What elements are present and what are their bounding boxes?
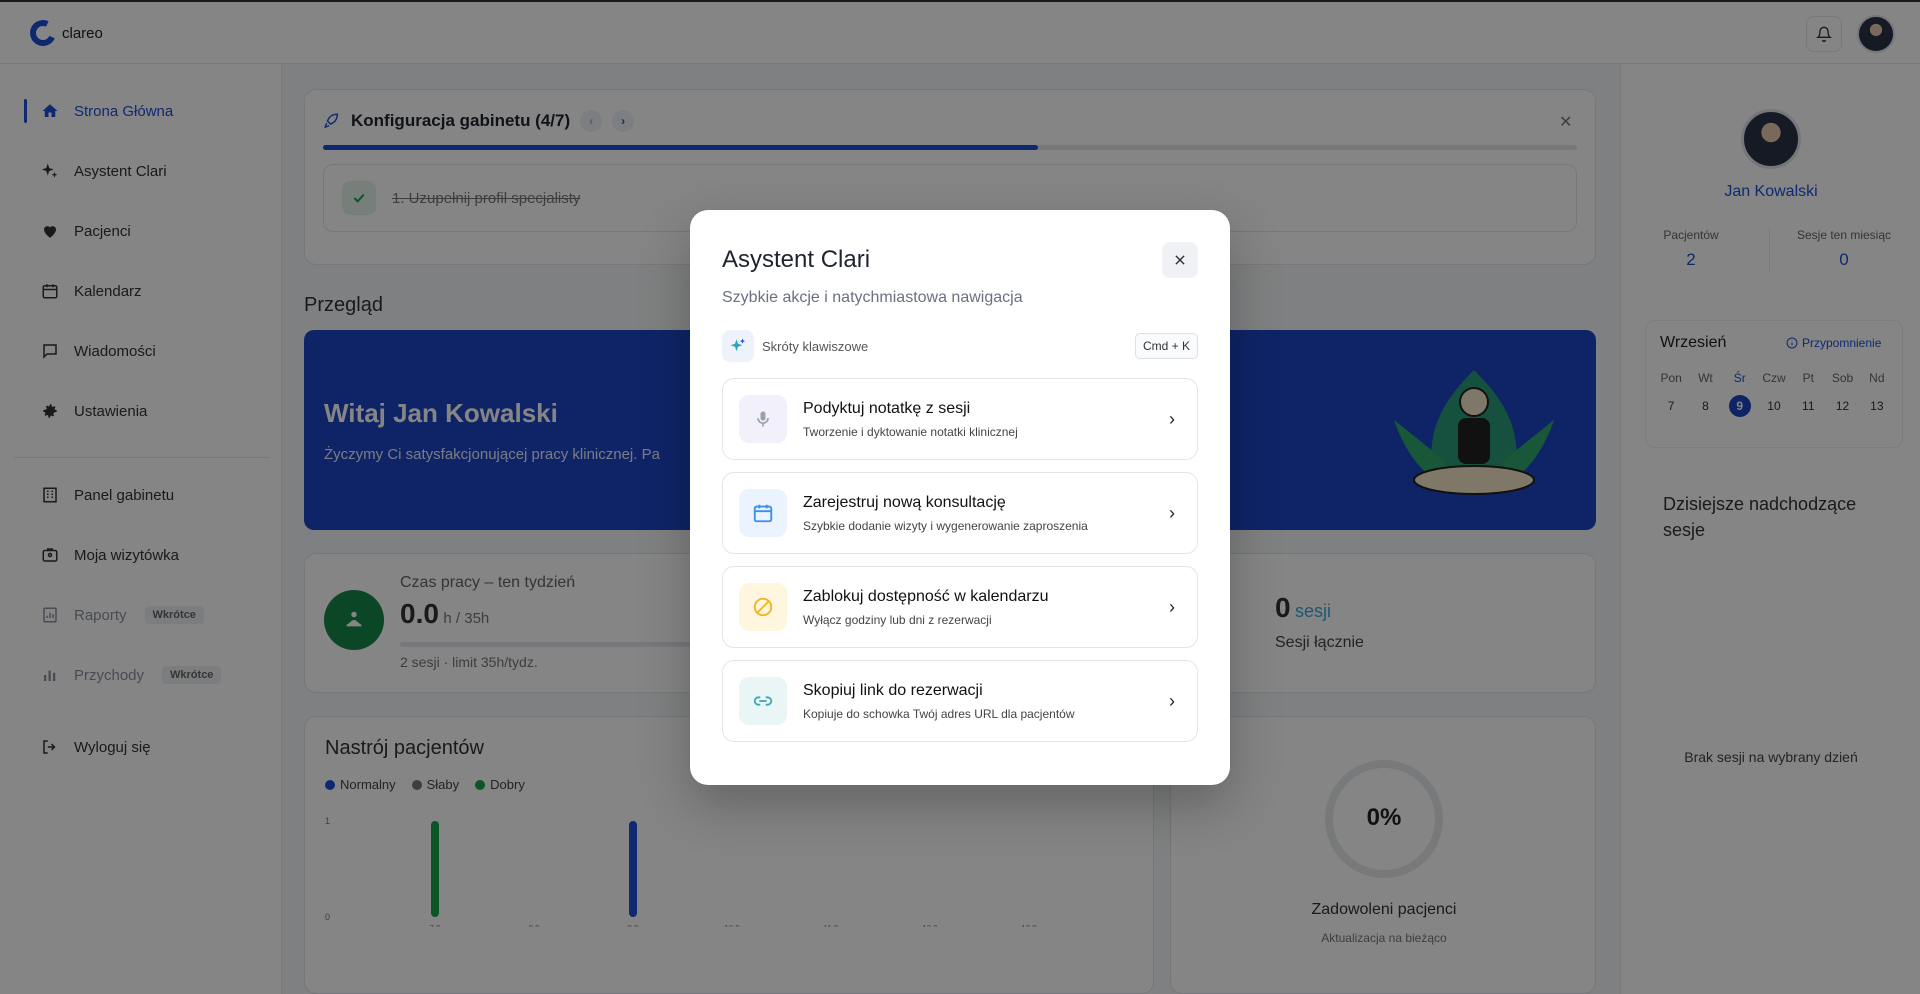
- action-title: Podyktuj notatkę z sesji: [803, 399, 971, 417]
- action-block-availability[interactable]: Zablokuj dostępność w kalendarzu Wyłącz …: [722, 566, 1198, 648]
- action-text: Zablokuj dostępność w kalendarzu Wyłącz …: [803, 588, 1169, 627]
- modal-title: Asystent Clari: [722, 246, 871, 273]
- calendar-icon: [739, 489, 787, 537]
- sparkles-icon: [722, 330, 754, 362]
- action-text: Zarejestruj nową konsultację Szybkie dod…: [803, 494, 1169, 533]
- assistant-modal: Asystent Clari Szybkie akcje i natychmia…: [690, 210, 1230, 785]
- action-title: Skopiuj link do rezerwacji: [803, 681, 983, 699]
- microphone-icon: [739, 395, 787, 443]
- action-description: Wyłącz godziny lub dni z rezerwacji: [803, 612, 992, 627]
- modal-subtitle: Szybkie akcje i natychmiastowa nawigacja: [722, 289, 1023, 306]
- shortcut-label: Skróty klawiszowe: [762, 338, 869, 354]
- chevron-right-icon: ›: [1169, 408, 1175, 429]
- close-icon: [1175, 255, 1185, 265]
- chevron-right-icon: ›: [1169, 690, 1175, 711]
- chevron-right-icon: ›: [1169, 502, 1175, 523]
- action-register-consultation[interactable]: Zarejestruj nową konsultację Szybkie dod…: [722, 472, 1198, 554]
- chevron-right-icon: ›: [1169, 596, 1175, 617]
- action-title: Zarejestruj nową konsultację: [803, 493, 1006, 511]
- action-description: Tworzenie i dyktowanie notatki kliniczne…: [803, 424, 1018, 439]
- action-dictate-note[interactable]: Podyktuj notatkę z sesji Tworzenie i dyk…: [722, 378, 1198, 460]
- action-text: Skopiuj link do rezerwacji Kopiuje do sc…: [803, 682, 1169, 721]
- action-title: Zablokuj dostępność w kalendarzu: [803, 587, 1049, 605]
- action-description: Kopiuje do schowka Twój adres URL dla pa…: [803, 706, 1075, 721]
- shortcut-key: Cmd + K: [1134, 333, 1198, 359]
- ban-icon: [739, 583, 787, 631]
- action-description: Szybkie dodanie wizyty i wygenerowanie z…: [803, 518, 1088, 533]
- keyboard-shortcut-row: Skróty klawiszowe Cmd + K: [722, 330, 1198, 362]
- action-copy-booking-link[interactable]: Skopiuj link do rezerwacji Kopiuje do sc…: [722, 660, 1198, 742]
- link-icon: [739, 677, 787, 725]
- modal-close-button[interactable]: [1162, 242, 1198, 278]
- action-text: Podyktuj notatkę z sesji Tworzenie i dyk…: [803, 400, 1169, 439]
